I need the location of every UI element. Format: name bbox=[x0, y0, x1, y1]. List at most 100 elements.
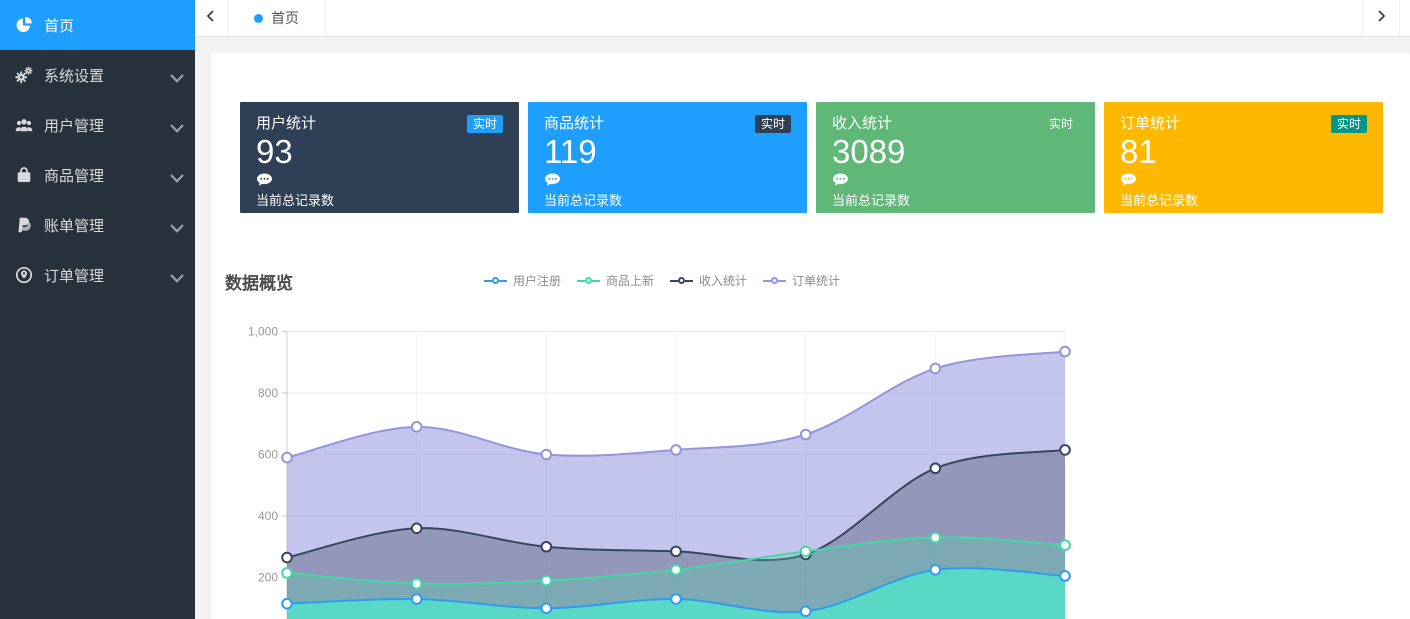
tabs-scroll-left-button[interactable] bbox=[195, 0, 228, 36]
sidebar-item-label: 商品管理 bbox=[44, 165, 104, 186]
shopping-bag-icon bbox=[15, 166, 33, 184]
stat-card-note: 当前总记录数 bbox=[832, 193, 1079, 209]
stat-card-note: 当前总记录数 bbox=[256, 193, 503, 209]
sidebar-item-label: 账单管理 bbox=[44, 215, 104, 236]
sidebar-item-label: 订单管理 bbox=[44, 265, 104, 286]
sidebar-item-bill-management[interactable]: 账单管理 bbox=[0, 200, 195, 250]
data-point-用户注册 bbox=[931, 565, 941, 575]
chevron-down-icon bbox=[168, 119, 180, 131]
data-point-收入统计 bbox=[282, 553, 292, 563]
stat-card-value: 119 bbox=[544, 134, 791, 170]
comment-dots-icon bbox=[256, 173, 273, 187]
sidebar-item-product-management[interactable]: 商品管理 bbox=[0, 150, 195, 200]
chart-legend: 用户注册 商品上新收入统计 订单统计 bbox=[225, 272, 1099, 289]
chevron-right-icon bbox=[1374, 9, 1388, 28]
realtime-badge: 实时 bbox=[755, 115, 791, 133]
stat-card-value: 81 bbox=[1120, 134, 1367, 170]
data-point-商品上新 bbox=[931, 533, 941, 543]
stat-card-income: 收入统计 实时 3089 当前总记录数 bbox=[816, 102, 1095, 213]
app-window: 首页 系统设置 bbox=[0, 0, 1410, 619]
stat-card-row: 用户统计 实时 93 当前总记录数 商品统计 实时 bbox=[240, 53, 1383, 213]
tab-label: 首页 bbox=[271, 8, 299, 28]
legend-marker-circle bbox=[771, 277, 778, 284]
comment-dots-icon bbox=[544, 173, 561, 187]
data-point-商品上新 bbox=[1060, 540, 1070, 550]
legend-label: 订单统计 bbox=[792, 272, 840, 289]
users-icon bbox=[15, 116, 33, 134]
stat-card-note: 当前总记录数 bbox=[544, 193, 791, 209]
comment-dots-icon bbox=[832, 173, 849, 187]
sidebar-item-order-management[interactable]: 订单管理 bbox=[0, 250, 195, 300]
main-area: 首页 用户统计 实时 93 bbox=[195, 0, 1410, 619]
paypal-icon bbox=[15, 216, 33, 234]
stat-card-title: 订单统计 bbox=[1120, 115, 1180, 133]
sidebar-item-label: 首页 bbox=[44, 15, 74, 36]
data-point-订单统计 bbox=[671, 445, 681, 455]
y-axis-label: 800 bbox=[258, 386, 278, 400]
legend-marker bbox=[685, 280, 693, 282]
legend-marker bbox=[592, 280, 600, 282]
tab-bar-filler bbox=[326, 0, 1362, 36]
chevron-down-icon bbox=[168, 269, 180, 281]
data-point-订单统计 bbox=[282, 453, 292, 463]
pie-chart-icon bbox=[15, 16, 33, 34]
realtime-badge: 实时 bbox=[467, 115, 503, 133]
sidebar-item-label: 系统设置 bbox=[44, 65, 104, 86]
chevron-down-icon bbox=[168, 69, 180, 81]
data-point-订单统计 bbox=[542, 450, 552, 460]
tab-home[interactable]: 首页 bbox=[228, 0, 326, 36]
data-point-商品上新 bbox=[542, 576, 552, 586]
data-point-订单统计 bbox=[931, 364, 941, 374]
data-point-收入统计 bbox=[931, 464, 941, 474]
y-axis-label: 200 bbox=[258, 571, 278, 585]
data-point-收入统计 bbox=[1060, 445, 1070, 455]
stat-card-title: 用户统计 bbox=[256, 115, 316, 133]
chevron-left-icon bbox=[204, 9, 218, 28]
y-axis-label: 400 bbox=[258, 509, 278, 523]
realtime-badge: 实时 bbox=[1331, 115, 1367, 133]
legend-label: 用户注册 bbox=[513, 272, 561, 289]
stat-card-value: 3089 bbox=[832, 134, 1079, 170]
legend-item[interactable]: 订单统计 bbox=[763, 272, 840, 289]
overview-header: 数据概览 用户注册商品上新收入统计订单统计 bbox=[225, 269, 1099, 293]
data-point-用户注册 bbox=[542, 603, 552, 613]
legend-marker bbox=[670, 280, 678, 282]
cogs-icon bbox=[15, 66, 33, 84]
stat-card-products: 商品统计 实时 119 当前总记录数 bbox=[528, 102, 807, 213]
tab-bar: 首页 bbox=[195, 0, 1410, 37]
data-point-商品上新 bbox=[801, 547, 811, 557]
sidebar-item-system-settings[interactable]: 系统设置 bbox=[0, 50, 195, 100]
y-axis-label: 600 bbox=[258, 448, 278, 462]
stat-card-title: 商品统计 bbox=[544, 115, 604, 133]
stat-card-users: 用户统计 实时 93 当前总记录数 bbox=[240, 102, 519, 213]
active-tab-dot-icon bbox=[254, 14, 263, 23]
stat-card-title: 收入统计 bbox=[832, 115, 892, 133]
data-point-订单统计 bbox=[1060, 347, 1070, 357]
stat-card-note: 当前总记录数 bbox=[1120, 193, 1367, 209]
legend-marker-circle bbox=[585, 277, 592, 284]
page-content: 用户统计 实时 93 当前总记录数 商品统计 实时 bbox=[195, 37, 1410, 619]
data-point-用户注册 bbox=[1060, 571, 1070, 581]
legend-item[interactable]: 收入统计 bbox=[670, 272, 747, 289]
data-point-商品上新 bbox=[412, 579, 422, 589]
data-point-用户注册 bbox=[412, 594, 422, 604]
sidebar: 首页 系统设置 bbox=[0, 0, 195, 619]
compass-pin-icon bbox=[15, 266, 33, 284]
legend-item[interactable]: 用户注册 bbox=[484, 272, 561, 289]
legend-item[interactable]: 商品上新 bbox=[577, 272, 654, 289]
data-point-订单统计 bbox=[801, 430, 811, 440]
data-point-收入统计 bbox=[412, 524, 422, 534]
data-point-收入统计 bbox=[542, 542, 552, 552]
tabs-scroll-right-button[interactable] bbox=[1362, 0, 1400, 36]
data-point-商品上新 bbox=[671, 565, 681, 575]
sidebar-item-home[interactable]: 首页 bbox=[0, 0, 195, 50]
legend-marker bbox=[763, 280, 771, 282]
overview-chart: 200 400 600 800 1,000 bbox=[225, 325, 1099, 619]
chevron-down-icon bbox=[168, 169, 180, 181]
realtime-badge: 实时 bbox=[1043, 115, 1079, 133]
legend-label: 商品上新 bbox=[606, 272, 654, 289]
tab-bar-endcap bbox=[1400, 0, 1410, 36]
sidebar-item-user-management[interactable]: 用户管理 bbox=[0, 100, 195, 150]
stat-card-orders: 订单统计 实时 81 当前总记录数 bbox=[1104, 102, 1383, 213]
y-axis-label: 1,000 bbox=[248, 325, 278, 339]
